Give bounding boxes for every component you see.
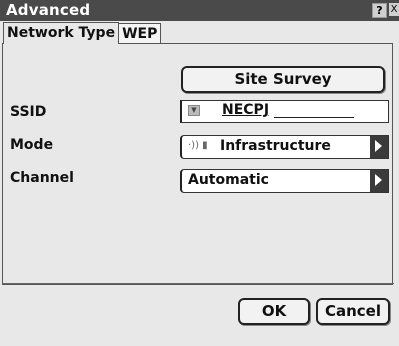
ssid-keyboard-icon[interactable]: ▼: [188, 105, 200, 116]
ssid-value: NECPJ: [222, 102, 270, 118]
footer-divider: [2, 283, 394, 284]
site-survey-label: Site Survey: [234, 70, 332, 88]
cancel-label: Cancel: [324, 302, 381, 320]
mode-chevron-right-icon[interactable]: [370, 136, 388, 158]
site-survey-button[interactable]: Site Survey: [181, 66, 385, 93]
mode-label: Mode: [10, 137, 54, 153]
ok-label: OK: [261, 302, 287, 320]
ssid-underline: [274, 117, 354, 118]
panel-left-border: [2, 44, 3, 284]
mode-select[interactable]: ·)) ▮ Infrastructure: [180, 135, 389, 159]
cancel-button[interactable]: Cancel: [316, 298, 390, 325]
channel-label: Channel: [10, 170, 74, 186]
ssid-field[interactable]: ▼ NECPJ: [180, 100, 389, 123]
window-title: Advanced: [6, 1, 91, 19]
help-icon[interactable]: ?: [372, 3, 387, 18]
tab-bar: Network Type WEP: [3, 22, 162, 44]
channel-select[interactable]: Automatic: [180, 169, 389, 193]
ok-button[interactable]: OK: [238, 298, 310, 325]
infrastructure-icon: ·)) ▮: [188, 140, 208, 151]
channel-chevron-right-icon[interactable]: [370, 170, 388, 192]
tab-wep[interactable]: WEP: [119, 23, 162, 44]
tab-network-type[interactable]: Network Type: [3, 22, 120, 44]
channel-value: Automatic: [188, 172, 269, 188]
title-bar: Advanced ? X: [0, 0, 399, 21]
ssid-label: SSID: [10, 104, 47, 120]
mode-value: Infrastructure: [220, 138, 331, 154]
close-icon[interactable]: X: [389, 3, 399, 16]
